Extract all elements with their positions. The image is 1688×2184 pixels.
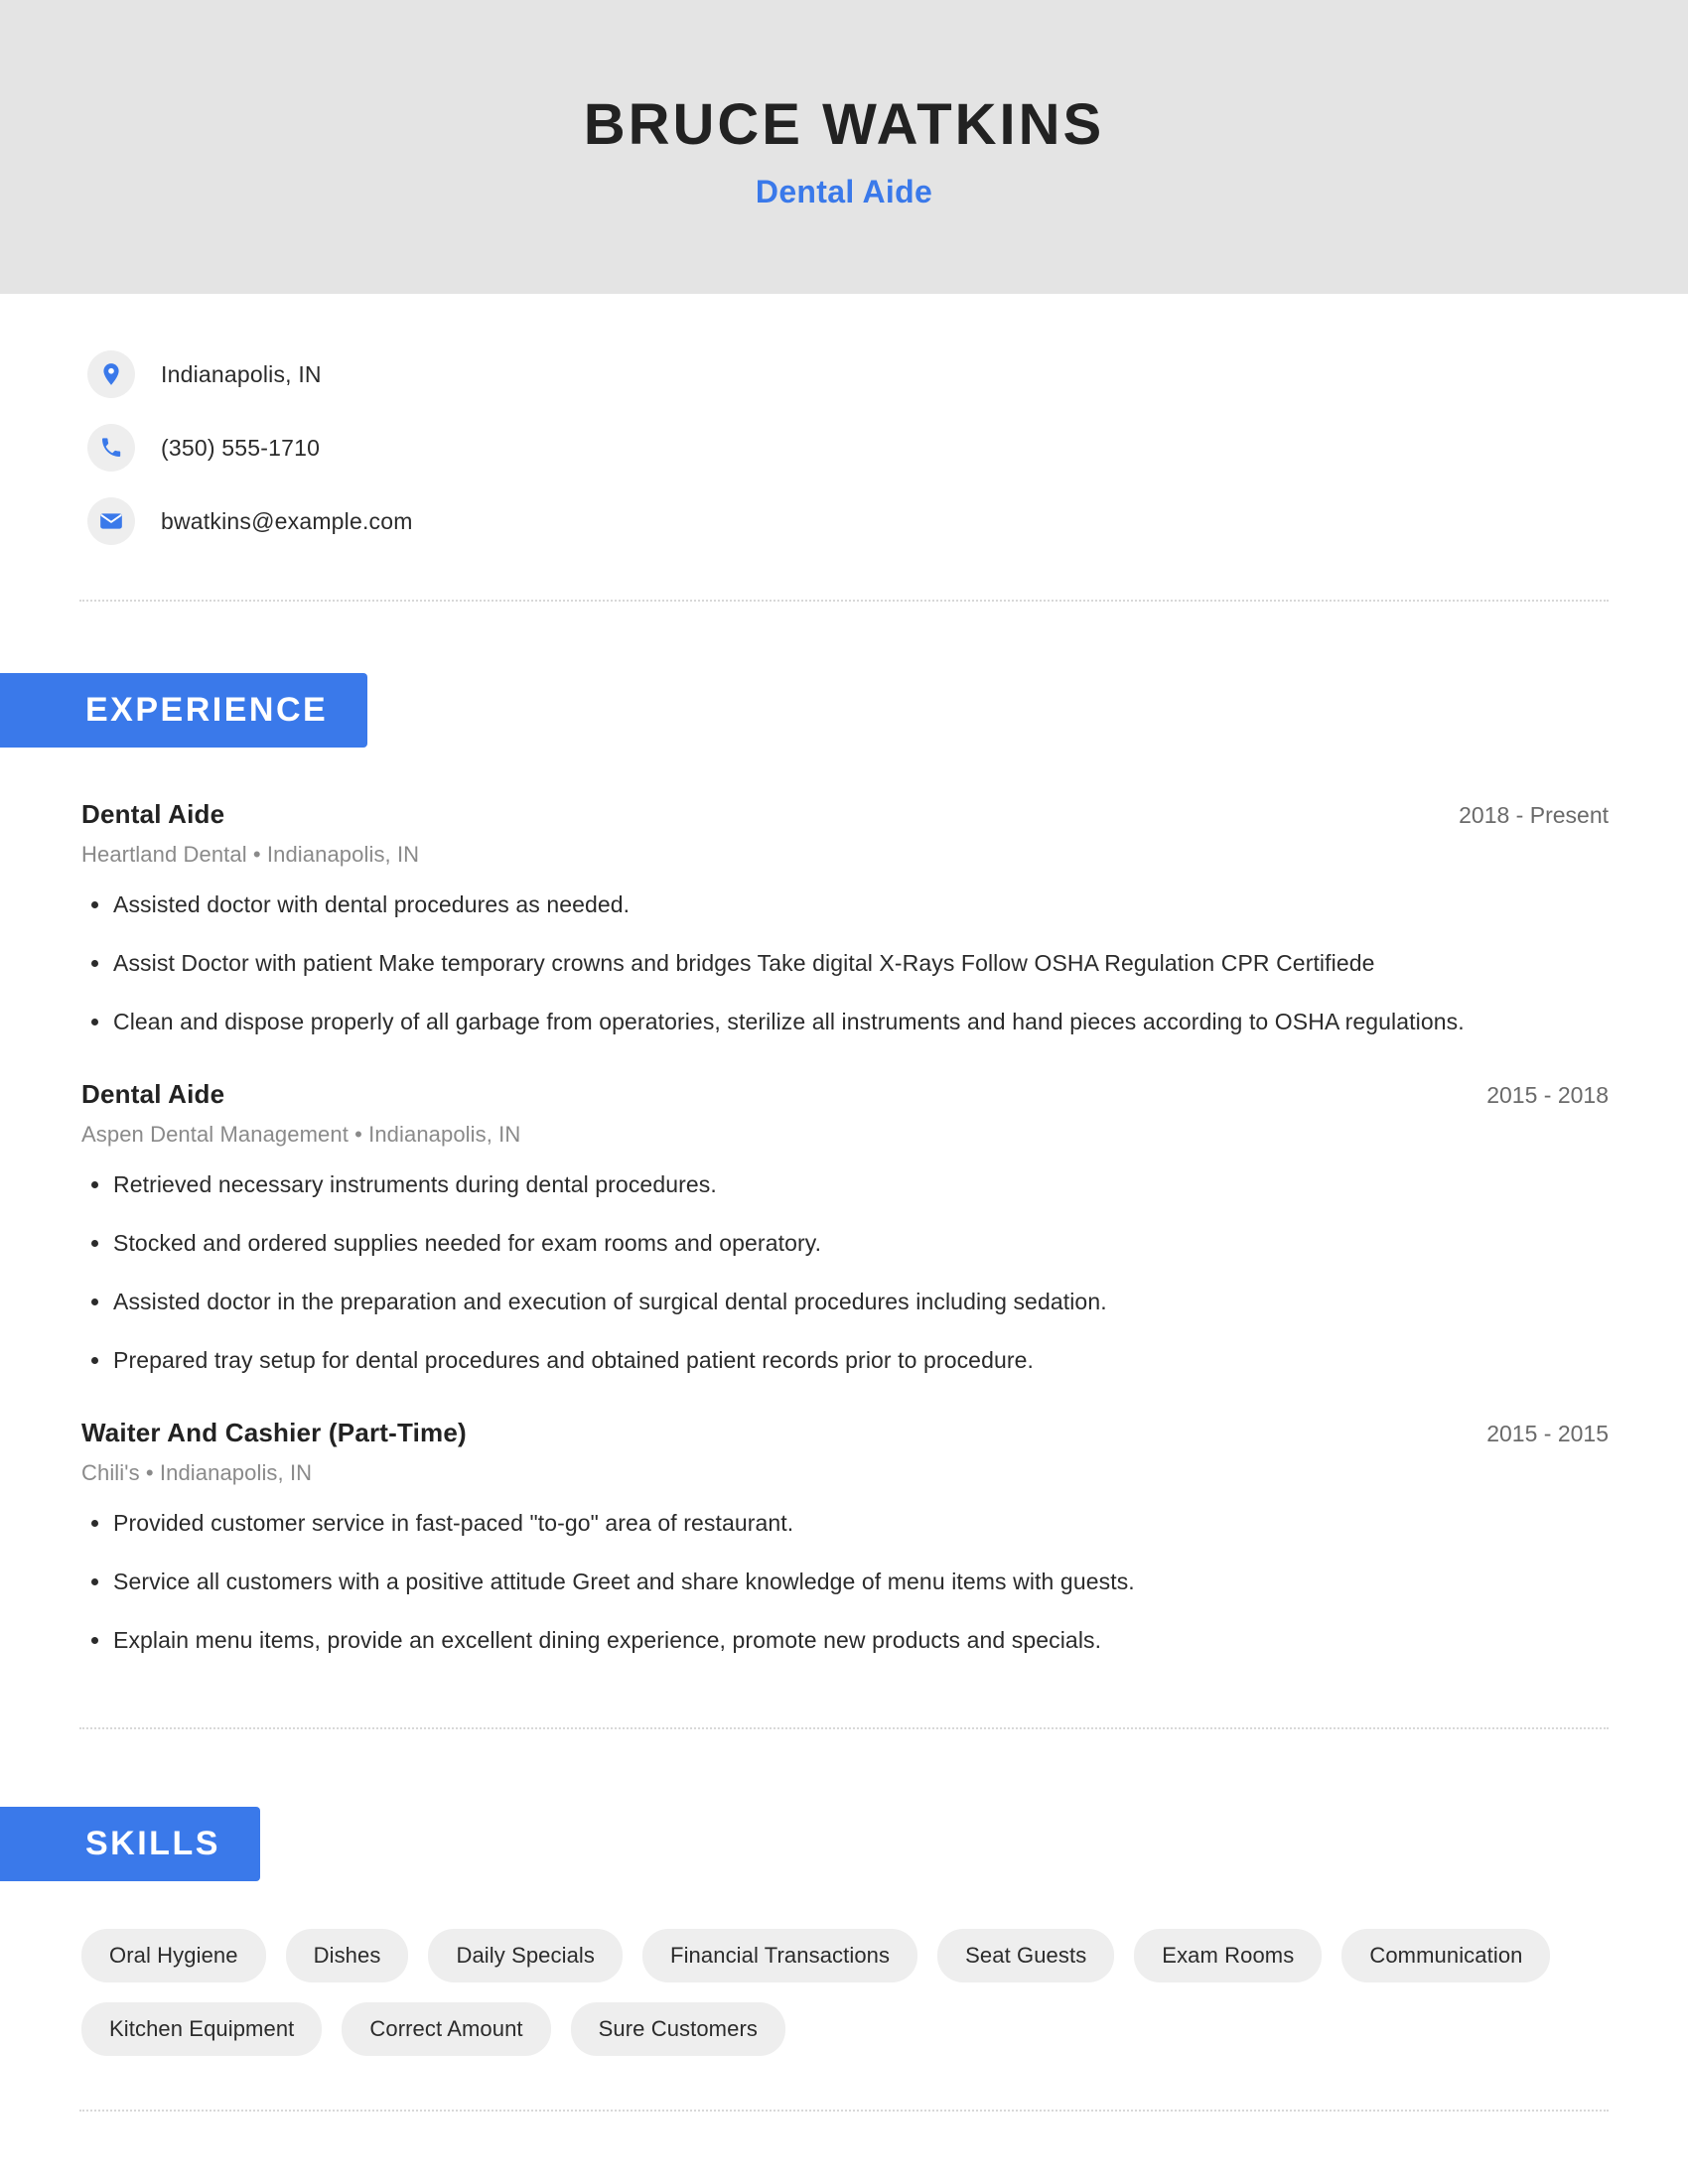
- experience-entry: Waiter And Cashier (Part-Time) 2015 - 20…: [81, 1418, 1609, 1656]
- contact-phone-text: (350) 555-1710: [161, 434, 321, 461]
- experience-bullet: Explain menu items, provide an excellent…: [81, 1625, 1609, 1656]
- experience-dates: 2015 - 2015: [1486, 1421, 1609, 1447]
- experience-bullet: Service all customers with a positive at…: [81, 1567, 1609, 1597]
- experience-entries: Dental Aide 2018 - Present Heartland Den…: [0, 799, 1688, 1656]
- experience-section: EXPERIENCE Dental Aide 2018 - Present He…: [0, 673, 1688, 1656]
- location-pin-icon: [87, 350, 135, 398]
- experience-bullet-list: Retrieved necessary instruments during d…: [81, 1169, 1609, 1376]
- experience-role: Waiter And Cashier (Part-Time): [81, 1418, 467, 1448]
- experience-role: Dental Aide: [81, 799, 225, 829]
- contact-row-phone: (350) 555-1710: [87, 411, 1688, 484]
- skill-pill: Correct Amount: [342, 2002, 551, 2057]
- envelope-icon: [87, 497, 135, 545]
- experience-bullet: Retrieved necessary instruments during d…: [81, 1169, 1609, 1200]
- experience-entry: Dental Aide 2018 - Present Heartland Den…: [81, 799, 1609, 1037]
- resume-header: BRUCE WATKINS Dental Aide: [0, 0, 1688, 294]
- experience-bullet: Assisted doctor in the preparation and e…: [81, 1287, 1609, 1317]
- experience-entry-head: Waiter And Cashier (Part-Time) 2015 - 20…: [81, 1418, 1609, 1448]
- skill-pill: Seat Guests: [937, 1929, 1115, 1983]
- experience-bullet: Stocked and ordered supplies needed for …: [81, 1228, 1609, 1259]
- divider-after-contact: [79, 600, 1609, 602]
- skills-list: Oral Hygiene Dishes Daily Specials Finan…: [0, 1881, 1670, 2057]
- contact-location-text: Indianapolis, IN: [161, 360, 322, 387]
- skills-section: SKILLS Oral Hygiene Dishes Daily Special…: [0, 1807, 1688, 2057]
- experience-organization: Chili's • Indianapolis, IN: [81, 1460, 313, 1486]
- skill-pill: Exam Rooms: [1134, 1929, 1323, 1983]
- phone-icon: [87, 424, 135, 472]
- contact-row-email: bwatkins@example.com: [87, 484, 1688, 558]
- skill-pill: Daily Specials: [428, 1929, 624, 1983]
- experience-entry: Dental Aide 2015 - 2018 Aspen Dental Man…: [81, 1079, 1609, 1376]
- experience-bullet: Assisted doctor with dental procedures a…: [81, 889, 1609, 920]
- experience-bullet-list: Assisted doctor with dental procedures a…: [81, 889, 1609, 1037]
- skill-pill: Dishes: [285, 1929, 409, 1983]
- experience-bullet: Assist Doctor with patient Make temporar…: [81, 948, 1609, 979]
- skill-pill: Sure Customers: [570, 2002, 785, 2057]
- skill-pill: Communication: [1341, 1929, 1551, 1983]
- experience-bullet: Provided customer service in fast-paced …: [81, 1508, 1609, 1539]
- contact-email-text: bwatkins@example.com: [161, 507, 413, 534]
- section-header-skills: SKILLS: [0, 1807, 260, 1882]
- candidate-name: BRUCE WATKINS: [583, 91, 1105, 157]
- experience-bullet: Prepared tray setup for dental procedure…: [81, 1345, 1609, 1376]
- divider-after-experience: [79, 1727, 1609, 1730]
- resume-page: BRUCE WATKINS Dental Aide Indianapolis, …: [0, 0, 1688, 2184]
- experience-organization: Aspen Dental Management • Indianapolis, …: [81, 1122, 521, 1148]
- skill-pill: Oral Hygiene: [81, 1929, 266, 1983]
- skill-pill: Kitchen Equipment: [81, 2002, 323, 2057]
- divider-after-skills: [79, 2110, 1609, 2113]
- experience-bullet-list: Provided customer service in fast-paced …: [81, 1508, 1609, 1656]
- experience-role: Dental Aide: [81, 1079, 225, 1110]
- experience-dates: 2015 - 2018: [1486, 1082, 1609, 1109]
- skill-pill: Financial Transactions: [642, 1929, 918, 1983]
- experience-organization: Heartland Dental • Indianapolis, IN: [81, 842, 420, 867]
- experience-dates: 2018 - Present: [1459, 802, 1609, 828]
- experience-entry-head: Dental Aide 2018 - Present: [81, 799, 1609, 830]
- experience-bullet: Clean and dispose properly of all garbag…: [81, 1007, 1609, 1037]
- contact-row-location: Indianapolis, IN: [87, 338, 1688, 411]
- experience-entry-head: Dental Aide 2015 - 2018: [81, 1079, 1609, 1110]
- candidate-job-title: Dental Aide: [755, 174, 933, 210]
- contact-block: Indianapolis, IN (350) 555-1710 bwatkins…: [0, 294, 1688, 558]
- section-header-experience: EXPERIENCE: [0, 673, 368, 748]
